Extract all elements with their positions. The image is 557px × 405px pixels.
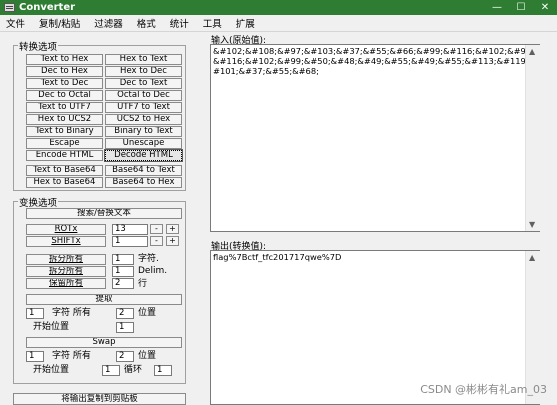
extract-button[interactable]: 提取 [26,294,182,305]
extract-start-input[interactable]: 1 [116,322,134,333]
minimize-button[interactable]: — [485,0,509,15]
swap-start-label: 开始位置 [33,365,70,375]
split-chars-button[interactable]: 拆分所有 [26,254,106,265]
swap-count-input[interactable]: 1 [26,351,44,362]
split-delim-button[interactable]: 拆分所有 [26,266,106,277]
decode-html-button[interactable]: Decode HTML [104,149,183,162]
keep-lines-unit: 行 [138,279,148,289]
copy-output-button[interactable]: 将输出复制到剪贴板 [13,393,186,405]
split-delim-label: 拆分所有 [48,266,83,276]
keep-lines-label: 保留所有 [48,278,83,288]
scroll-up-icon[interactable]: ▲ [529,47,535,56]
shiftx-minus-button[interactable]: - [150,236,163,246]
extract-chars-label: 字符 所有 [52,308,91,318]
menu-tools[interactable]: 工具 [203,16,222,30]
text-to-base64-button[interactable]: Text to Base64 [26,165,103,176]
extract-positions-label: 位置 [138,308,157,318]
menu-stats[interactable]: 统计 [170,16,189,30]
menu-divider [0,31,557,32]
swap-loop-input[interactable]: 1 [154,365,172,376]
split-delim-unit: Delim. [138,266,168,276]
hex-to-text-button[interactable]: Hex to Text [105,54,182,65]
keep-lines-input[interactable]: 2 [112,278,134,289]
extract-start-label: 开始位置 [33,322,70,332]
window-title: Converter [19,2,76,13]
rotx-input[interactable]: 13 [112,224,148,235]
search-replace-button[interactable]: 搜索/替换文本 [26,208,182,219]
dec-to-octal-button[interactable]: Dec to Octal [26,90,103,101]
text-to-dec-button[interactable]: Text to Dec [26,78,103,89]
utf7-to-text-button[interactable]: UTF7 to Text [105,102,182,113]
scroll-up-icon[interactable]: ▲ [529,253,535,262]
dec-to-hex-button[interactable]: Dec to Hex [26,66,103,77]
shiftx-plus-button[interactable]: + [166,236,179,246]
transform-options-title: 变换选项 [18,195,59,209]
title-bar: Converter — ☐ ✕ [0,0,557,15]
menu-bar: 文件 复制/粘贴 过滤器 格式 统计 工具 扩展 [0,15,557,31]
hex-to-ucs2-button[interactable]: Hex to UCS2 [26,114,103,125]
watermark: CSDN @彬彬有礼am_03 [420,383,547,396]
escape-button[interactable]: Escape [26,138,103,149]
swap-button[interactable]: Swap [26,337,182,348]
extract-positions-input[interactable]: 2 [116,308,134,319]
extract-count-input[interactable]: 1 [26,308,44,319]
swap-chars-label: 字符 所有 [52,351,91,361]
split-chars-unit: 字符. [138,254,159,264]
shiftx-input[interactable]: 1 [112,236,148,247]
split-chars-input[interactable]: 1 [112,254,134,265]
input-scrollbar[interactable]: ▲ ▼ [525,45,540,231]
app-icon [4,3,15,12]
rotx-minus-button[interactable]: - [150,224,163,234]
close-button[interactable]: ✕ [533,0,557,15]
octal-to-dec-button[interactable]: Octal to Dec [105,90,182,101]
scroll-down-icon[interactable]: ▼ [529,220,535,229]
shiftx-button[interactable]: SHIFTx [26,236,106,247]
menu-file[interactable]: 文件 [6,16,25,30]
rotx-button[interactable]: ROTx [26,224,106,235]
hex-to-base64-button[interactable]: Hex to Base64 [26,177,103,188]
encode-html-button[interactable]: Encode HTML [26,150,103,161]
swap-positions-label: 位置 [138,351,157,361]
transform-options-group: 变换选项 搜索/替换文本 ROTx 13 - + SHIFTx 1 - + 拆分… [13,195,186,384]
text-to-hex-button[interactable]: Text to Hex [26,54,103,65]
menu-extensions[interactable]: 扩展 [236,16,255,30]
text-to-utf7-button[interactable]: Text to UTF7 [26,102,103,113]
maximize-button[interactable]: ☐ [509,0,533,15]
dec-to-text-button[interactable]: Dec to Text [105,78,182,89]
text-to-binary-button[interactable]: Text to Binary [26,126,103,137]
menu-copy-paste[interactable]: 复制/粘贴 [39,16,80,30]
convert-options-group: 转换选项 Text to Hex Hex to Text Dec to Hex … [13,39,186,191]
binary-to-text-button[interactable]: Binary to Text [105,126,182,137]
rotx-plus-button[interactable]: + [166,224,179,234]
input-textarea[interactable]: &#102;&#108;&#97;&#103;&#37;&#55;&#66;&#… [210,44,540,232]
keep-lines-button[interactable]: 保留所有 [26,278,106,289]
swap-start-input[interactable]: 1 [102,365,120,376]
swap-positions-input[interactable]: 2 [116,351,134,362]
menu-format[interactable]: 格式 [137,16,156,30]
convert-options-title: 转换选项 [18,39,59,53]
shiftx-label: SHIFTx [51,236,81,246]
swap-loop-label: 循环 [124,365,143,375]
rotx-label: ROTx [54,224,78,234]
base64-to-hex-button[interactable]: Base64 to Hex [105,177,182,188]
ucs2-to-hex-button[interactable]: UCS2 to Hex [105,114,182,125]
unescape-button[interactable]: Unescape [105,138,182,149]
split-delim-input[interactable]: 1 [112,266,134,277]
hex-to-dec-button[interactable]: Hex to Dec [105,66,182,77]
split-chars-label: 拆分所有 [48,254,83,264]
menu-filter[interactable]: 过滤器 [94,16,123,30]
base64-to-text-button[interactable]: Base64 to Text [105,165,182,176]
